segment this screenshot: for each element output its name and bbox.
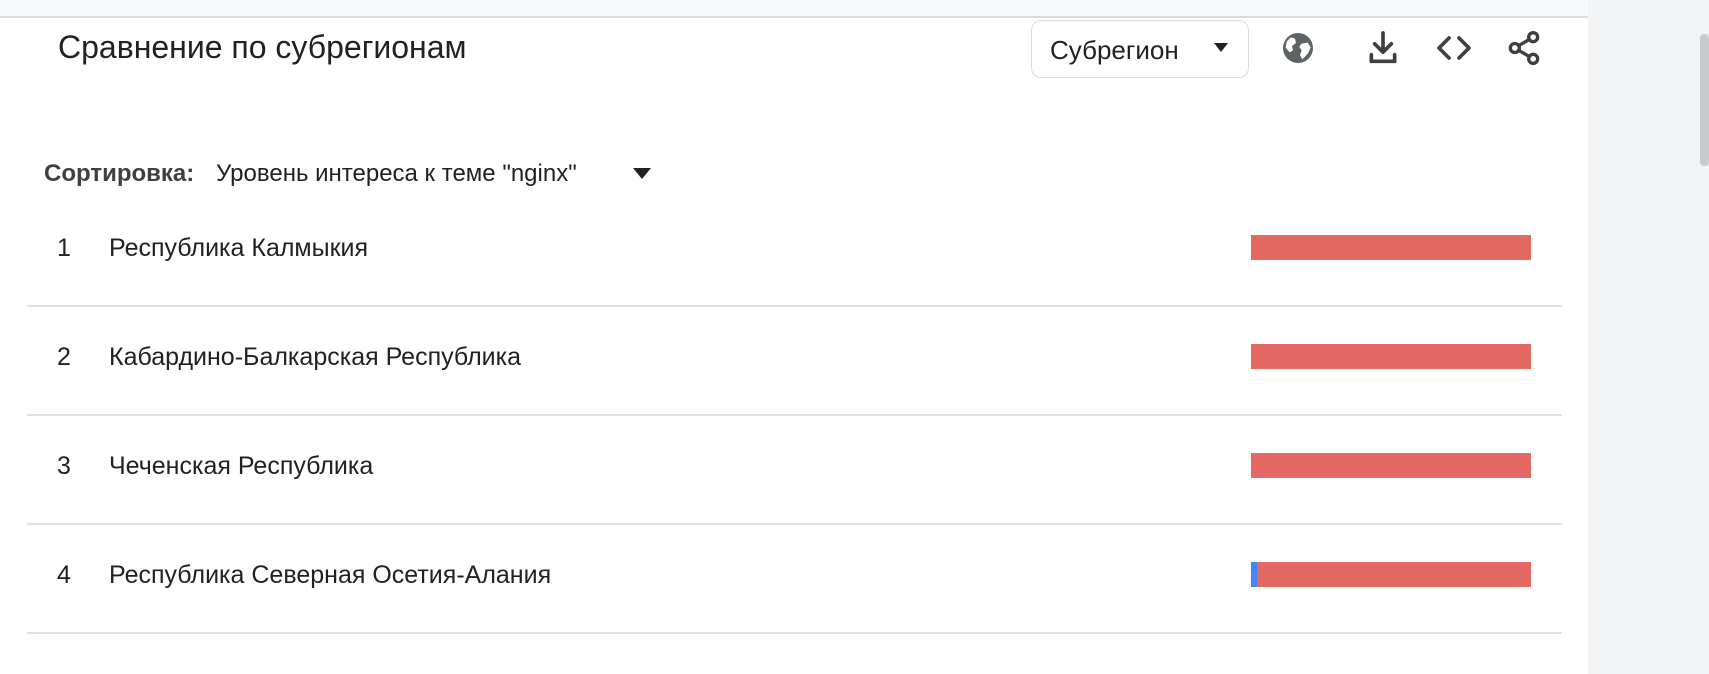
scrollbar-thumb[interactable] xyxy=(1700,34,1709,166)
interest-bar xyxy=(1251,344,1531,369)
sort-value: Уровень интереса к теме "nginx" xyxy=(216,160,577,187)
subregion-row[interactable]: 1 Республика Калмыкия xyxy=(27,198,1562,307)
row-name: Кабардино-Балкарская Республика xyxy=(109,343,522,371)
row-rank: 2 xyxy=(57,343,71,371)
row-name: Чеченская Республика xyxy=(109,452,374,480)
interest-bar-primary-segment xyxy=(1251,344,1531,369)
interest-bar-primary-segment xyxy=(1256,562,1531,587)
row-name: Республика Калмыкия xyxy=(109,234,369,262)
row-rank: 4 xyxy=(57,561,71,589)
globe-icon[interactable] xyxy=(1278,28,1318,68)
region-level-select[interactable]: Субрегион xyxy=(1031,20,1249,78)
embed-code-icon[interactable] xyxy=(1434,28,1474,68)
row-rank: 3 xyxy=(57,452,71,480)
top-divider xyxy=(0,0,1588,18)
subregion-list: 1 Республика Калмыкия 2 Кабардино-Балкар… xyxy=(27,198,1562,634)
interest-bar-primary-segment xyxy=(1251,235,1531,260)
interest-bar-primary-segment xyxy=(1251,453,1531,478)
subregion-row[interactable]: 3 Чеченская Республика xyxy=(27,416,1562,525)
subregion-row[interactable]: 2 Кабардино-Балкарская Республика xyxy=(27,307,1562,416)
share-icon[interactable] xyxy=(1504,28,1544,68)
page: Сравнение по субрегионам Субрегион Сорти… xyxy=(0,0,1709,674)
subregion-row[interactable]: 4 Республика Северная Осетия-Алания xyxy=(27,525,1562,634)
caret-down-icon xyxy=(1214,43,1228,52)
caret-down-icon xyxy=(633,168,651,179)
interest-bar xyxy=(1251,235,1531,260)
interest-bar xyxy=(1251,562,1531,587)
row-name: Республика Северная Осетия-Алания xyxy=(109,561,552,589)
row-rank: 1 xyxy=(57,234,71,262)
card-title: Сравнение по субрегионам xyxy=(58,29,467,65)
right-gutter xyxy=(1588,0,1709,674)
region-select-value: Субрегион xyxy=(1050,35,1179,65)
interest-bar xyxy=(1251,453,1531,478)
sort-label: Сортировка: xyxy=(44,160,195,187)
download-icon[interactable] xyxy=(1363,28,1403,68)
